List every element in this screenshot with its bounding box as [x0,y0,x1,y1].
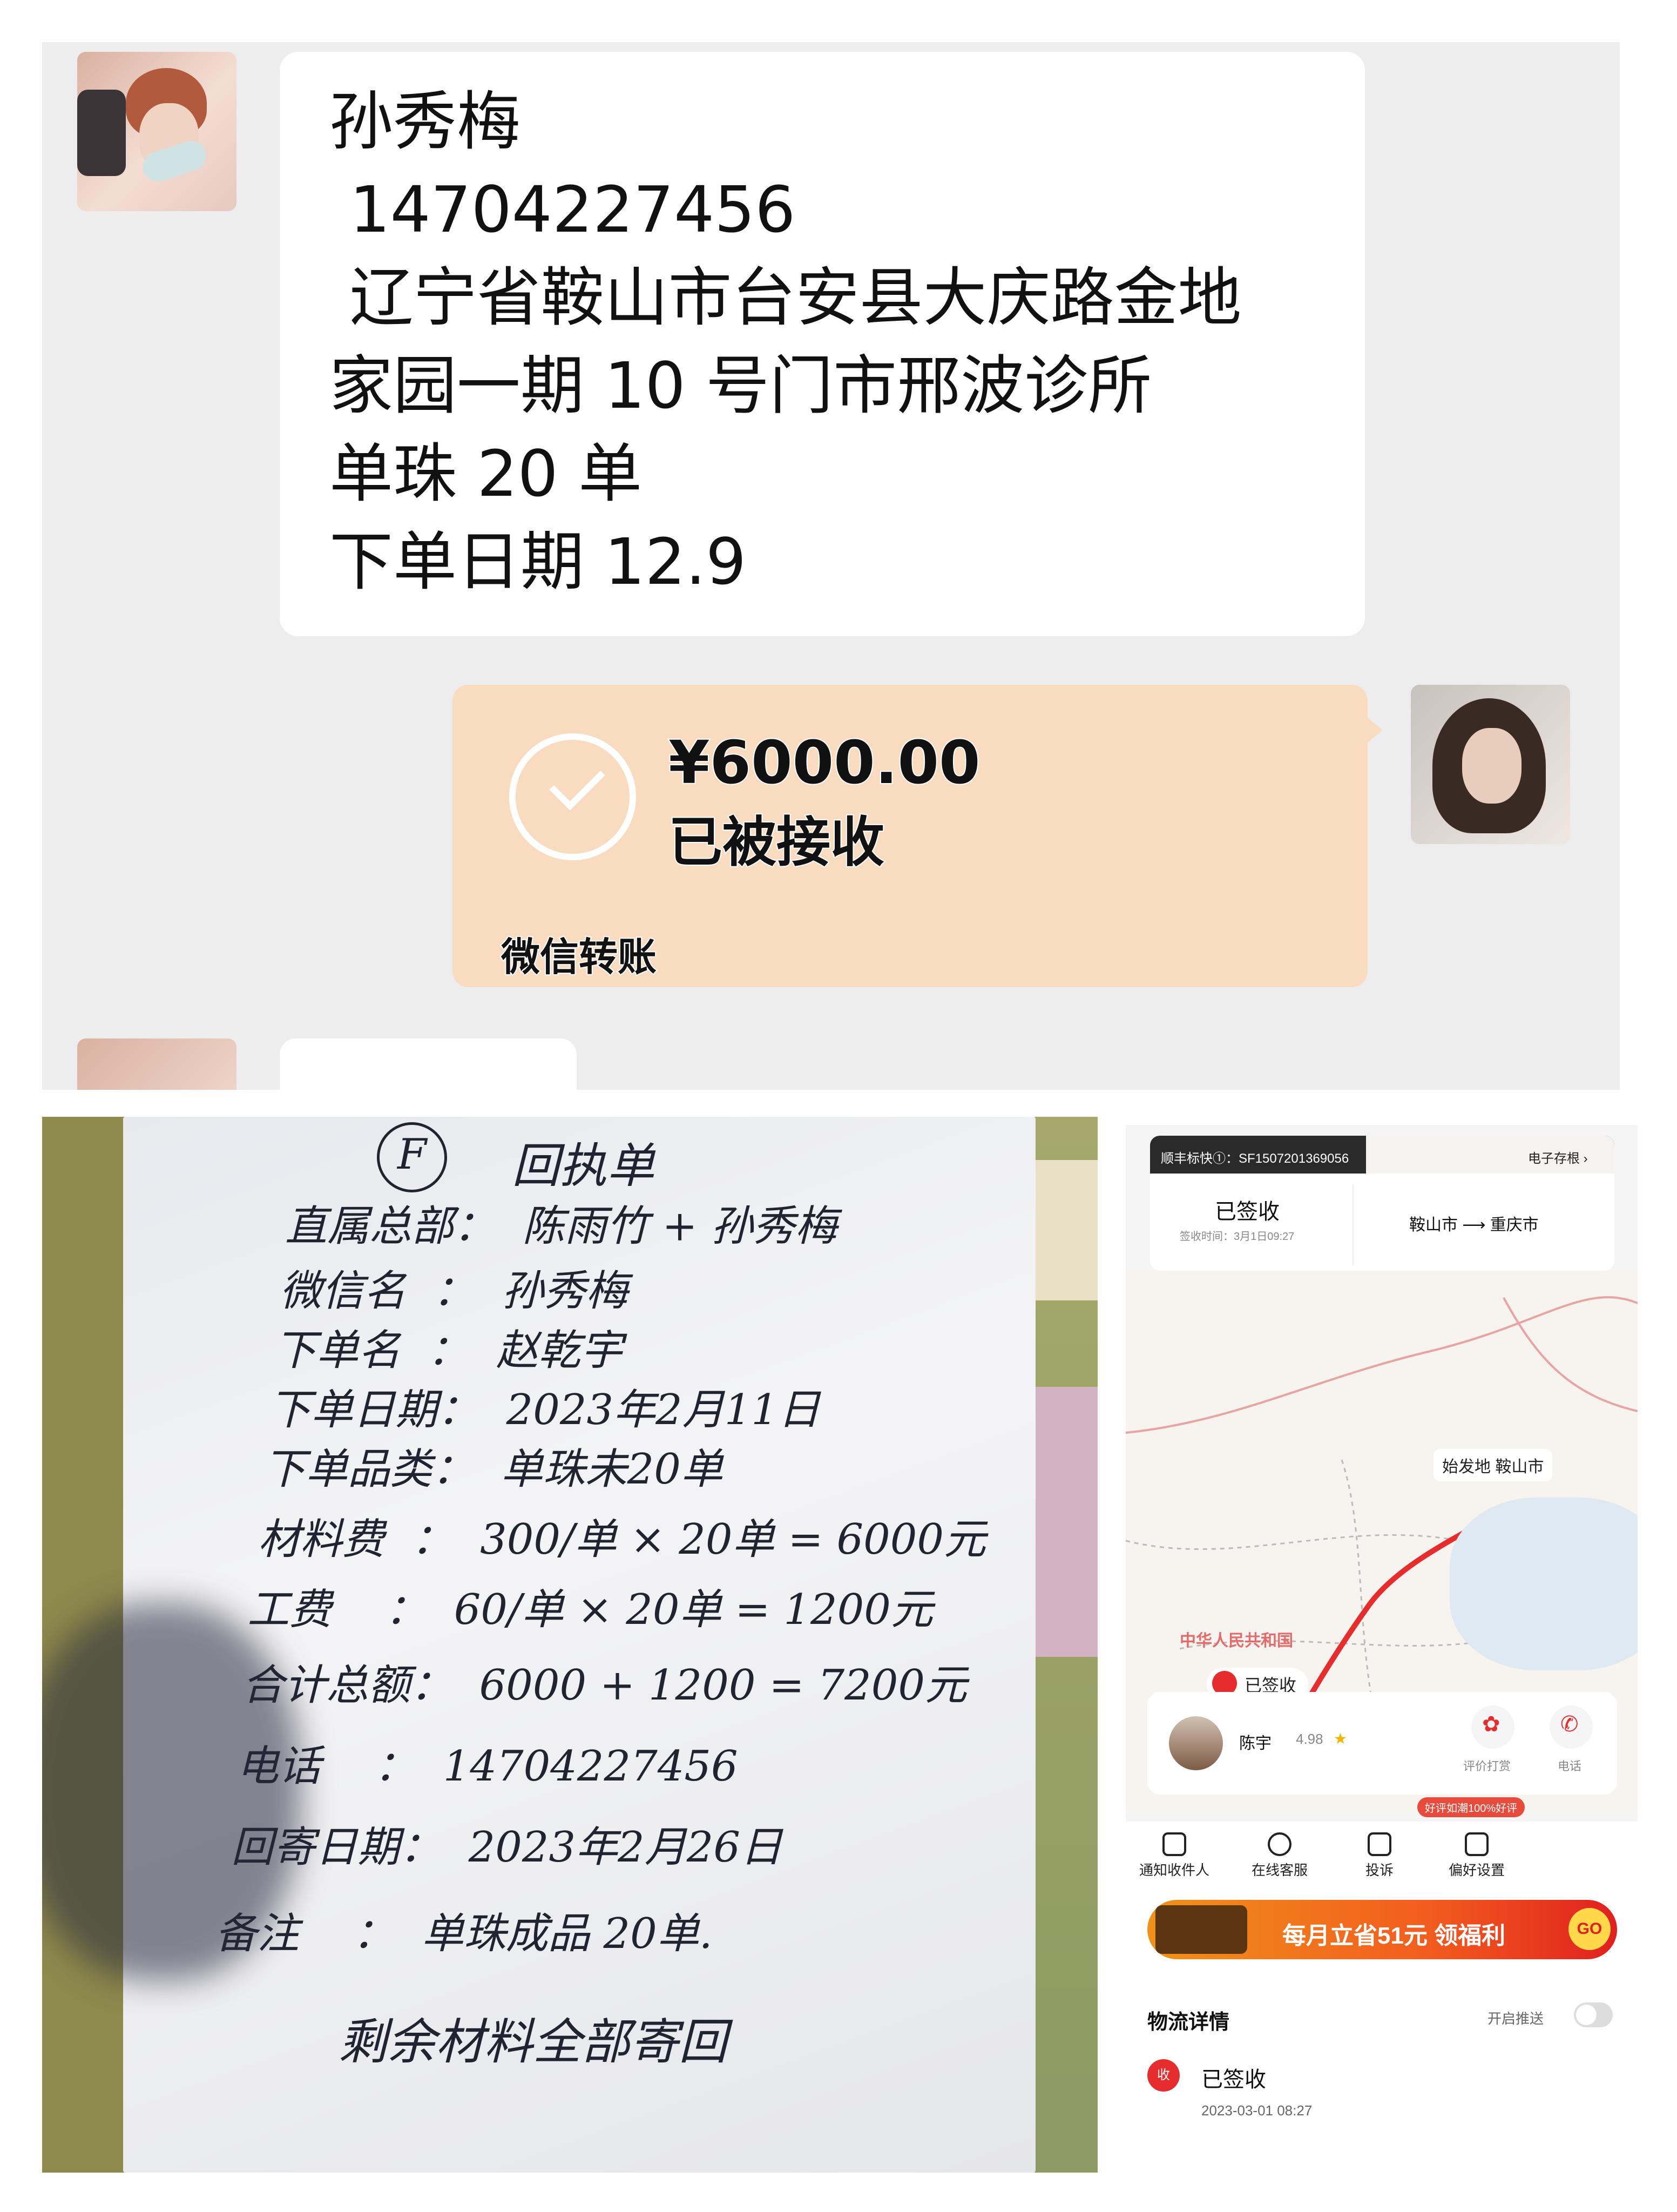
receipt-paper: F 回执单 直属总部： 陈雨竹 + 孙秀梅 微信名 ： 孙秀梅 下单名 ： 赵乾… [123,1117,1036,2173]
push-label: 开启推送 [1487,2011,1544,2027]
receipt-line: 合计总额： 6000 + 1200 = 7200元 [242,1661,967,1710]
origin-city-label: 鞍山市 [1495,1458,1544,1476]
message-line-order-date: 下单日期 12.9 [329,524,747,599]
received-icon: 收 [1147,2059,1180,2092]
receipt-line: 下单日期： 2023年2月11日 [269,1386,820,1434]
push-toggle[interactable] [1574,2002,1613,2027]
receipt-line: 工费 ： 60/单 × 20单 = 1200元 [247,1586,933,1634]
message-line-address: 辽宁省鞍山市台安县大庆路金地 [329,260,1242,335]
notify-recipient-button[interactable]: 通知收件人 [1128,1859,1220,1879]
courier-card: 陈宇 4.98 ★ ✿ ✆ 评价打赏 电话 [1147,1692,1617,1795]
detail-status: 已签收 [1201,2068,1266,2092]
self-avatar[interactable] [1411,685,1570,844]
courier-avatar [1169,1716,1223,1770]
transfer-card[interactable]: ¥6000.00 已被接收 微信转账 [452,685,1383,987]
settings-icon [1465,1832,1489,1856]
call-label: 电话 [1558,1759,1582,1773]
flower-icon: ✿ [1482,1712,1500,1736]
message-line-name: 孙秀梅 [329,84,521,159]
origin-city-tag: 始发地 鞍山市 [1433,1449,1553,1481]
transfer-amount: ¥6000.00 [667,727,982,798]
status-card: 已签收 签收时间：3月1日09:27 鞍山市 ⟶ 重庆市 [1150,1174,1614,1271]
receipt-line: 直属总部： 陈雨竹 + 孙秀梅 [285,1202,837,1251]
promo-text: 每月立省51元 领福利 [1282,1923,1506,1949]
complaint-icon [1368,1832,1391,1856]
receipt-line: 剩余材料全部寄回 [215,2014,727,2071]
message-line-order-count: 单珠 20 单 [329,436,643,511]
rating-badge: 好评如潮100%好评 [1417,1797,1525,1817]
receipt-line: 微信名 ： 孙秀梅 [280,1267,628,1316]
complaint-button[interactable]: 投诉 [1334,1859,1425,1879]
message-line-phone: 14704227456 [329,172,796,247]
star-icon: ★ [1334,1730,1348,1747]
chat-panel: 孙秀梅 14704227456 辽宁省鞍山市台安县大庆路金地 家园一期 10 号… [42,42,1620,1090]
details-panel: 通知收件人 在线客服 投诉 偏好设置 每月立省51元 领福利 GO 物流详情 开… [1126,1822,1638,2162]
preferences-button[interactable]: 偏好设置 [1431,1859,1523,1879]
sender-avatar-next[interactable] [77,1038,236,1090]
receipt-line: 电话 ： 14704227456 [236,1742,738,1791]
route-to: 重庆市 [1490,1216,1539,1234]
e-receipt-link[interactable]: 电子存根 › [1528,1148,1588,1166]
online-service-button[interactable]: 在线客服 [1234,1859,1326,1879]
promo-banner[interactable]: 每月立省51元 领福利 GO [1147,1900,1617,1959]
phone-icon: ✆ [1560,1712,1579,1736]
receipt-line: 材料费 ： 300/单 × 20单 = 6000元 [258,1515,986,1564]
receipt-line: 备注 ： 单珠成品 20单. [215,1910,713,1958]
country-label: 中华人民共和国 [1180,1632,1293,1650]
receipt-title: 回执单 [512,1138,655,1193]
transfer-type-label: 微信转账 [500,933,658,981]
receipt-line: 回寄日期： 2023年2月26日 [231,1823,782,1872]
headset-icon [1268,1832,1291,1856]
message-line-address-cont: 家园一期 10 号门市邢波诊所 [329,348,1152,423]
receipt-photo: F 回执单 直属总部： 陈雨竹 + 孙秀梅 微信名 ： 孙秀梅 下单名 ： 赵乾… [42,1117,1098,2173]
tracking-number[interactable]: 顺丰标快①：SF1507201369056 [1161,1148,1349,1166]
route-arrow-icon: ⟶ [1462,1216,1490,1234]
transfer-status: 已被接收 [667,810,885,875]
signed-status: 已签收 [1215,1200,1280,1224]
address-message-bubble[interactable]: 孙秀梅 14704227456 辽宁省鞍山市台安县大庆路金地 家园一期 10 号… [280,52,1365,636]
courier-name: 陈宇 [1239,1735,1272,1752]
logistics-title: 物流详情 [1147,2011,1230,2034]
promo-go-button[interactable]: GO [1568,1908,1611,1950]
tracking-header: 顺丰标快①：SF1507201369056 电子存根 › [1150,1136,1614,1174]
next-message-bubble[interactable] [280,1038,577,1090]
receipt-line: 下单名 ： 赵乾宇 [274,1326,623,1375]
detail-date: 2023-03-01 08:27 [1201,2102,1313,2119]
rate-label: 评价打赏 [1463,1759,1511,1773]
call-button[interactable]: ✆ [1550,1705,1593,1749]
sign-time: 签收时间：3月1日09:27 [1180,1231,1295,1243]
check-icon [549,754,605,811]
share-icon [1162,1832,1186,1856]
courier-score: 4.98 [1296,1731,1323,1747]
vip-card-icon [1155,1905,1247,1954]
rate-button[interactable]: ✿ [1471,1705,1514,1749]
receipt-line: 下单品类： 单珠未20单 [263,1445,723,1494]
route-from: 鞍山市 [1409,1216,1458,1234]
sender-avatar[interactable] [77,52,236,211]
circle-letter: F [377,1122,447,1192]
origin-tag-label: 始发地 [1442,1458,1491,1476]
check-circle-icon [509,733,636,860]
e-receipt-label: 电子存根 [1528,1151,1580,1166]
tracking-screenshot: 始发地 鞍山市 中华人民共和国 已签收 顺丰标快①：SF150720136905… [1126,1125,1638,2162]
route-summary: 鞍山市 ⟶ 重庆市 [1409,1211,1539,1235]
